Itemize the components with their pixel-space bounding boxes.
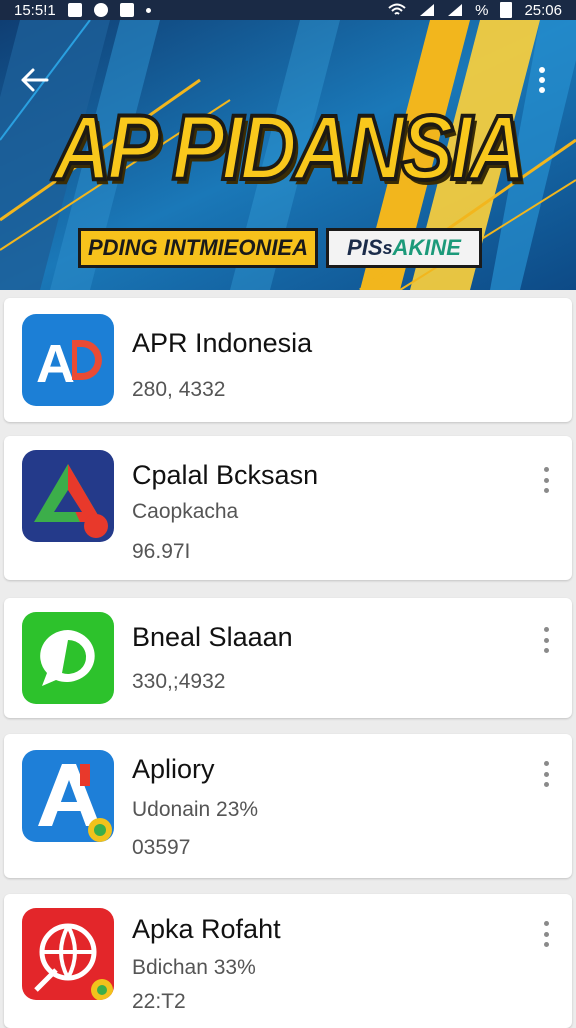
- dot-icon: [543, 761, 549, 766]
- overflow-menu-button[interactable]: [522, 60, 562, 100]
- dot-icon: [543, 467, 549, 472]
- dot-icon: [543, 782, 549, 787]
- app-category: Bdichan 33%: [132, 956, 256, 979]
- status-time-left: 15:5!1: [14, 1, 56, 19]
- app-stat: 03597: [132, 836, 191, 859]
- letter-a-icon: [22, 750, 114, 842]
- app-category: Udonain 23%: [132, 798, 259, 821]
- list-item[interactable]: Apka Rofaht Bdichan 33% 22:T2: [4, 894, 572, 1028]
- dot-icon: [543, 771, 549, 777]
- dot-icon: [543, 921, 549, 926]
- signal-icon-2: [448, 4, 463, 16]
- item-menu-button[interactable]: [536, 464, 556, 496]
- list-item[interactable]: Apliory Udonain 23% 03597: [4, 734, 572, 878]
- item-menu-button[interactable]: [536, 624, 556, 656]
- header-banner: AP PIDANSIA PDING INTMIEONIEA PIS s AKINE: [0, 20, 576, 290]
- dot-icon: [543, 648, 549, 653]
- banner-tag-right-b: s: [382, 237, 393, 258]
- app-name: Apka Rofaht: [132, 914, 281, 944]
- item-menu-button[interactable]: [536, 758, 556, 790]
- app-name: APR Indonesia: [132, 328, 313, 358]
- arrow-left-icon: [21, 68, 49, 92]
- dot-icon: [543, 942, 549, 947]
- status-time-right: 25:06: [524, 1, 562, 19]
- banner-tag-right-c: AKINE: [392, 235, 461, 260]
- app-notification-icon: [93, 3, 108, 17]
- list-item[interactable]: Cpalal Bcksasn Caopkacha 96.97I: [4, 436, 572, 580]
- back-button[interactable]: [14, 60, 54, 100]
- dot-icon: [543, 931, 549, 937]
- download-icon: [119, 3, 134, 17]
- ad-logo-icon: A: [22, 314, 114, 406]
- app-stat: 96.97I: [132, 540, 191, 563]
- more-vert-icon: [539, 67, 545, 93]
- wifi-icon: [388, 3, 406, 15]
- banner-title: AP PIDANSIA: [52, 97, 528, 199]
- item-menu-button[interactable]: [536, 918, 556, 950]
- banner-tag-left: PDING INTMIEONIEA: [78, 228, 318, 268]
- signal-icon: [420, 4, 435, 16]
- app-stat: 330,;4932: [132, 670, 226, 693]
- app-name: Cpalal Bcksasn: [132, 460, 319, 490]
- app-category: Caopkacha: [132, 500, 239, 523]
- app-name: Bneal Slaaan: [132, 622, 293, 652]
- dot-icon: [543, 488, 549, 493]
- app-stat: 22:T2: [132, 990, 186, 1013]
- battery-icon: [500, 2, 513, 18]
- dot-icon: [543, 637, 549, 643]
- list-item[interactable]: A APR Indonesia 280, 4332: [4, 298, 572, 422]
- status-bar: 15:5!1 % 25:06: [0, 0, 576, 20]
- banner-tag-right-a: PIS: [347, 235, 383, 260]
- triangle-logo-icon: [22, 450, 114, 542]
- chat-bubble-icon: [22, 612, 114, 704]
- notification-icon: [67, 3, 82, 17]
- app-name: Apliory: [132, 754, 215, 784]
- battery-percent: %: [475, 1, 489, 19]
- dot-icon: [543, 477, 549, 483]
- list-item[interactable]: Bneal Slaaan 330,;4932: [4, 598, 572, 718]
- globe-logo-icon: [22, 908, 114, 1000]
- banner-tag-left-text: PDING INTMIEONIEA: [87, 235, 308, 260]
- dot-icon: [145, 7, 151, 13]
- svg-text:A: A: [36, 334, 75, 394]
- dot-icon: [543, 627, 549, 632]
- app-stat: 280, 4332: [132, 378, 226, 401]
- banner-tag-right: PIS s AKINE: [326, 228, 482, 268]
